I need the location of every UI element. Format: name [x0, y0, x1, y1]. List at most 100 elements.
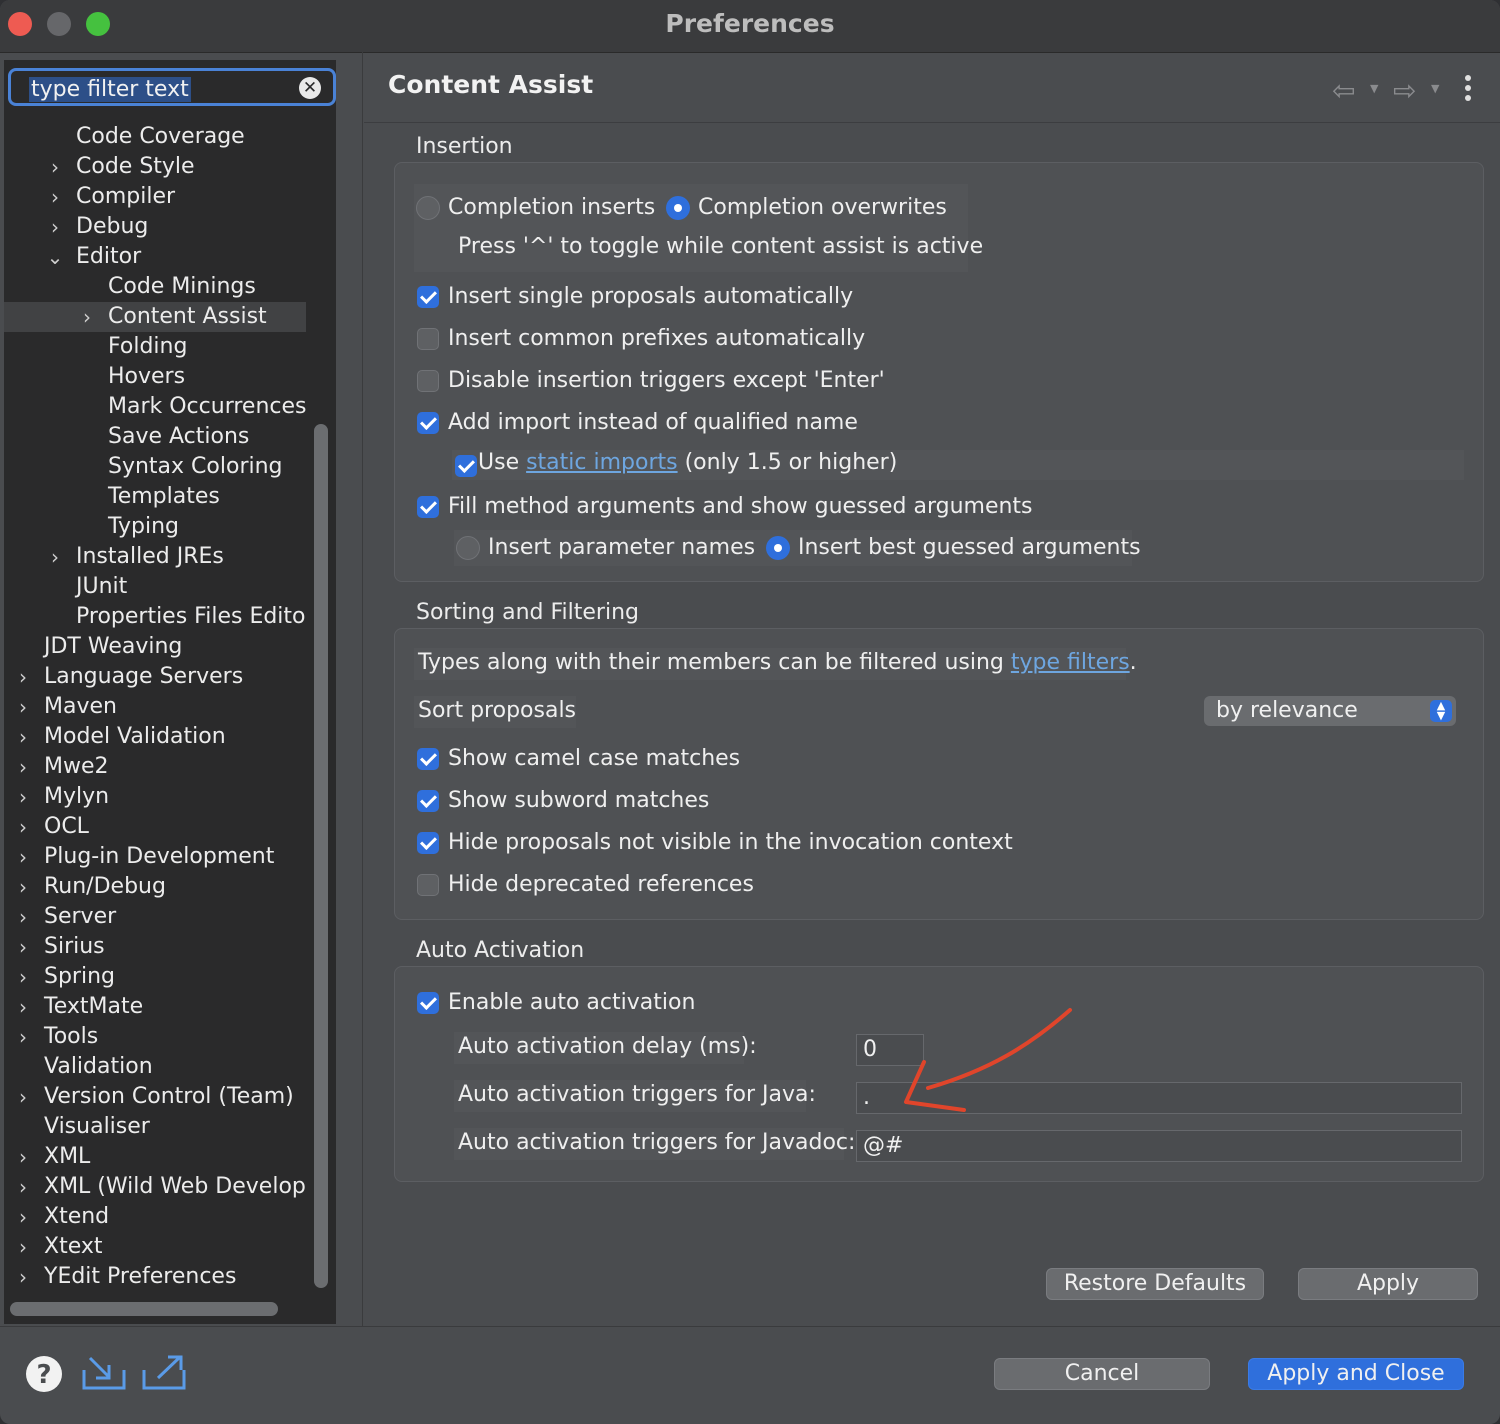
chevron-right-icon[interactable]: › — [14, 1232, 32, 1262]
chevron-right-icon[interactable]: › — [14, 1262, 32, 1292]
best-guessed-radio[interactable] — [766, 536, 790, 560]
tree-item[interactable]: › Xtext — [4, 1232, 306, 1262]
completion-overwrites-radio[interactable] — [666, 196, 690, 220]
tree-item[interactable]: › Code Style — [4, 152, 306, 182]
add-import-checkbox[interactable] — [417, 412, 439, 434]
chevron-right-icon[interactable]: › — [46, 542, 64, 572]
param-names-radio[interactable] — [456, 536, 480, 560]
hide-not-visible-checkbox[interactable] — [417, 832, 439, 854]
pane-divider[interactable] — [362, 52, 363, 1326]
tree-item[interactable]: › Compiler — [4, 182, 306, 212]
view-menu-icon[interactable] — [1460, 72, 1476, 104]
tree-item[interactable]: › Model Validation — [4, 722, 306, 752]
apply-and-close-button[interactable]: Apply and Close — [1248, 1358, 1464, 1390]
chevron-right-icon[interactable]: › — [14, 872, 32, 902]
chevron-right-icon[interactable]: › — [14, 812, 32, 842]
back-dropdown-icon[interactable]: ▼ — [1370, 82, 1378, 95]
chevron-right-icon[interactable]: › — [14, 992, 32, 1022]
chevron-right-icon[interactable]: › — [14, 1142, 32, 1172]
chevron-right-icon[interactable]: › — [14, 782, 32, 812]
tree-horizontal-scrollbar[interactable] — [10, 1302, 278, 1316]
tree-item[interactable]: › OCL — [4, 812, 306, 842]
chevron-right-icon[interactable]: › — [14, 1022, 32, 1052]
tree-item[interactable]: › Plug-in Development — [4, 842, 306, 872]
import-icon[interactable] — [80, 1354, 128, 1394]
help-icon[interactable]: ? — [24, 1354, 64, 1394]
chevron-right-icon[interactable]: › — [14, 752, 32, 782]
tree-item[interactable]: Templates — [4, 482, 306, 512]
export-icon[interactable] — [140, 1354, 188, 1394]
tree-item[interactable]: Code Minings — [4, 272, 306, 302]
chevron-down-icon[interactable]: ⌄ — [46, 242, 64, 272]
tree-item[interactable]: Mark Occurrences — [4, 392, 306, 422]
tree-item[interactable]: › Language Servers — [4, 662, 306, 692]
tree-item[interactable]: › Mwe2 — [4, 752, 306, 782]
disable-triggers-checkbox[interactable] — [417, 370, 439, 392]
type-filters-link[interactable]: type filters — [1011, 650, 1130, 675]
camel-case-checkbox[interactable] — [417, 748, 439, 770]
completion-inserts-label[interactable]: Completion inserts — [448, 195, 655, 220]
static-imports-checkbox[interactable] — [455, 455, 477, 477]
common-prefixes-label[interactable]: Insert common prefixes automatically — [448, 326, 865, 351]
tree-item[interactable]: › YEdit Preferences — [4, 1262, 306, 1292]
forward-dropdown-icon[interactable]: ▼ — [1431, 82, 1439, 95]
disable-triggers-label[interactable]: Disable insertion triggers except 'Enter… — [448, 368, 885, 393]
enable-auto-activation-label[interactable]: Enable auto activation — [448, 990, 695, 1015]
hide-not-visible-label[interactable]: Hide proposals not visible in the invoca… — [448, 830, 1013, 855]
chevron-right-icon[interactable]: › — [14, 962, 32, 992]
back-arrow-icon[interactable]: ⇦ — [1332, 74, 1355, 107]
tree-item[interactable]: Syntax Coloring — [4, 452, 306, 482]
subword-checkbox[interactable] — [417, 790, 439, 812]
hide-deprecated-label[interactable]: Hide deprecated references — [448, 872, 754, 897]
tree-item[interactable]: › Spring — [4, 962, 306, 992]
tree-item[interactable]: JDT Weaving — [4, 632, 306, 662]
chevron-right-icon[interactable]: › — [14, 932, 32, 962]
tree-item[interactable]: › XML (Wild Web Develope — [4, 1172, 306, 1202]
tree-item[interactable]: › Installed JREs — [4, 542, 306, 572]
chevron-right-icon[interactable]: › — [46, 212, 64, 242]
javadoc-triggers-input[interactable]: @# — [856, 1130, 1462, 1162]
tree-item[interactable]: › Mylyn — [4, 782, 306, 812]
tree-item[interactable]: › Run/Debug — [4, 872, 306, 902]
chevron-right-icon[interactable]: › — [14, 692, 32, 722]
fill-method-label[interactable]: Fill method arguments and show guessed a… — [448, 494, 1033, 519]
completion-inserts-radio[interactable] — [416, 196, 440, 220]
tree-item[interactable]: Folding — [4, 332, 306, 362]
apply-button[interactable]: Apply — [1298, 1268, 1478, 1300]
restore-defaults-button[interactable]: Restore Defaults — [1046, 1268, 1264, 1300]
tree-item[interactable]: › Server — [4, 902, 306, 932]
chevron-right-icon[interactable]: › — [46, 152, 64, 182]
tree-item[interactable]: Properties Files Editor — [4, 602, 306, 632]
best-guessed-label[interactable]: Insert best guessed arguments — [798, 535, 1141, 560]
tree-vertical-scrollbar[interactable] — [314, 424, 328, 1288]
enable-auto-activation-checkbox[interactable] — [417, 992, 439, 1014]
filter-input[interactable]: type filter text ✕ — [8, 68, 336, 106]
tree-item[interactable]: › TextMate — [4, 992, 306, 1022]
chevron-right-icon[interactable]: › — [14, 1202, 32, 1232]
static-imports-link[interactable]: static imports — [526, 450, 678, 475]
forward-arrow-icon[interactable]: ⇨ — [1393, 74, 1416, 107]
chevron-right-icon[interactable]: › — [14, 722, 32, 752]
tree-item[interactable]: › Version Control (Team) — [4, 1082, 306, 1112]
completion-overwrites-label[interactable]: Completion overwrites — [698, 195, 947, 220]
sort-proposals-select[interactable]: by relevance ▲ ▼ — [1204, 696, 1456, 726]
subword-label[interactable]: Show subword matches — [448, 788, 709, 813]
tree-item[interactable]: › Debug — [4, 212, 306, 242]
tree-item[interactable]: › Xtend — [4, 1202, 306, 1232]
tree-item[interactable]: › Sirius — [4, 932, 306, 962]
common-prefixes-checkbox[interactable] — [417, 328, 439, 350]
tree-item[interactable]: ⌄ Editor — [4, 242, 306, 272]
chevron-right-icon[interactable]: › — [14, 1082, 32, 1112]
static-imports-label[interactable]: Use static imports (only 1.5 or higher) — [478, 450, 897, 475]
chevron-right-icon[interactable]: › — [14, 1172, 32, 1202]
tree-item[interactable]: › Tools — [4, 1022, 306, 1052]
add-import-label[interactable]: Add import instead of qualified name — [448, 410, 858, 435]
tree-item[interactable]: Validation — [4, 1052, 306, 1082]
tree-item[interactable]: Hovers — [4, 362, 306, 392]
tree-item[interactable]: JUnit — [4, 572, 306, 602]
clear-filter-icon[interactable]: ✕ — [299, 77, 321, 99]
hide-deprecated-checkbox[interactable] — [417, 874, 439, 896]
camel-case-label[interactable]: Show camel case matches — [448, 746, 740, 771]
tree-item[interactable]: Save Actions — [4, 422, 306, 452]
chevron-right-icon[interactable]: › — [14, 662, 32, 692]
